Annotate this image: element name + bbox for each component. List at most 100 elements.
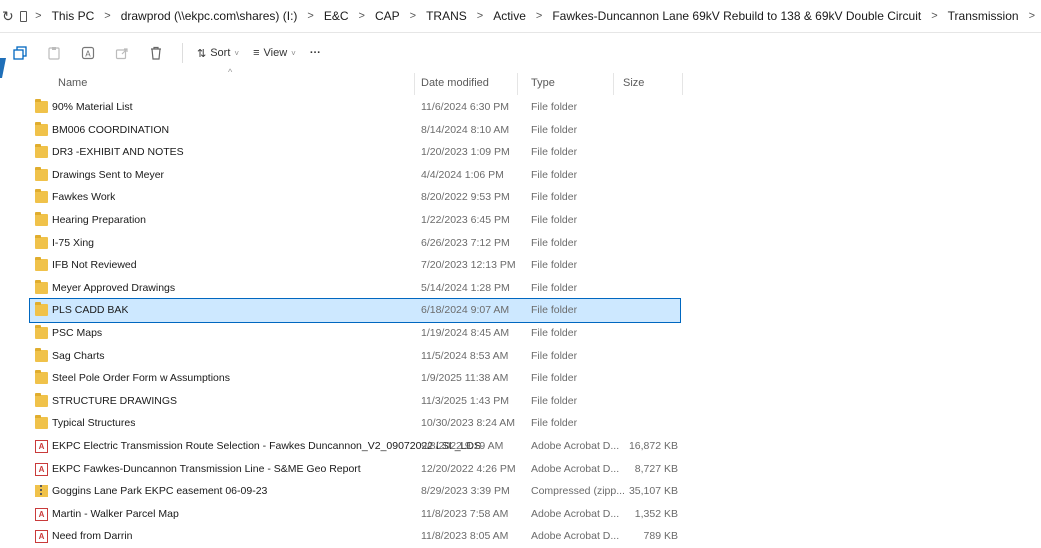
file-name: Need from Darrin: [52, 530, 133, 543]
breadcrumb-ec[interactable]: E&C: [320, 9, 353, 23]
column-resize-handle[interactable]: [517, 73, 518, 95]
file-type: Adobe Acrobat D...: [531, 440, 620, 452]
folder-row[interactable]: Steel Pole Order Form w Assumptions 1/9/2…: [0, 367, 1041, 390]
share-icon[interactable]: [112, 43, 132, 63]
folder-row[interactable]: BM006 COORDINATION 8/14/2024 8:10 AM File …: [0, 119, 1041, 142]
file-type: Compressed (zipp...: [531, 485, 625, 498]
folder-row[interactable]: I-75 Xing 6/26/2023 7:12 PM File folder: [0, 232, 1041, 255]
breadcrumb-separator[interactable]: >: [925, 10, 943, 22]
breadcrumb-this-pc[interactable]: This PC: [48, 9, 99, 23]
file-name: PLS CADD BAK: [52, 304, 129, 317]
column-header-date[interactable]: Date modified: [421, 77, 489, 89]
file-date: 4/4/2024 1:06 PM: [421, 168, 504, 181]
refresh-icon[interactable]: ↻: [2, 8, 14, 25]
file-row[interactable]: A EKPC Fawkes-Duncannon Transmission Line…: [0, 458, 1041, 481]
file-type: File folder: [531, 304, 578, 317]
folder-row[interactable]: IFB Not Reviewed 7/20/2023 12:13 PM File f…: [0, 254, 1041, 277]
file-name: Fawkes Work: [52, 191, 116, 204]
breadcrumb-separator[interactable]: >: [1023, 10, 1041, 22]
column-resize-handle[interactable]: [414, 73, 415, 95]
view-button[interactable]: ≡ View ˅: [253, 47, 296, 59]
file-name: Meyer Approved Drawings: [52, 281, 176, 294]
paste-icon[interactable]: [44, 43, 64, 63]
new-item-icon[interactable]: [10, 43, 30, 63]
column-header-type[interactable]: Type: [531, 77, 555, 89]
file-date: 1/19/2024 8:45 AM: [421, 327, 510, 339]
file-type: File folder: [531, 236, 578, 249]
file-date: 11/8/2023 8:05 AM: [421, 530, 509, 543]
breadcrumb-separator[interactable]: >: [404, 10, 422, 22]
folder-row[interactable]: Sag Charts 11/5/2024 8:53 AM File folder: [0, 345, 1041, 368]
file-type: File folder: [531, 327, 578, 339]
file-date: 10/30/2023 8:24 AM: [421, 417, 515, 430]
folder-row[interactable]: Hearing Preparation 1/22/2023 6:45 PM File…: [0, 209, 1041, 232]
breadcrumb-separator[interactable]: >: [530, 10, 548, 22]
folder-row[interactable]: Typical Structures 10/30/2023 8:24 AM File…: [0, 412, 1041, 435]
folder-row[interactable]: Drawings Sent to Meyer 4/4/2024 1:06 PM Fi…: [0, 164, 1041, 187]
file-row[interactable]: A EKPC Electric Transmission Route Select…: [0, 435, 1041, 458]
breadcrumb-separator[interactable]: >: [353, 10, 371, 22]
file-date: 1/20/2023 1:09 PM: [421, 146, 510, 159]
folder-icon: [35, 415, 48, 430]
column-resize-handle[interactable]: [613, 73, 614, 95]
breadcrumb-separator[interactable]: >: [471, 10, 489, 22]
file-name: EKPC Fawkes-Duncannon Transmission Line …: [52, 462, 361, 475]
folder-icon: [35, 325, 48, 339]
folder-icon: [35, 166, 48, 181]
folder-row[interactable]: DR3 -EXHIBIT AND NOTES 1/20/2023 1:09 PM F…: [0, 141, 1041, 164]
column-header-size[interactable]: Size: [623, 77, 644, 89]
folder-row[interactable]: PSC Maps 1/19/2024 8:45 AM File folder: [0, 322, 1041, 345]
file-date: 11/5/2024 8:53 AM: [421, 349, 509, 362]
file-date: 5/14/2024 1:28 PM: [421, 281, 510, 294]
column-resize-handle[interactable]: [682, 73, 683, 95]
folder-icon: [35, 121, 48, 136]
breadcrumb-separator[interactable]: >: [98, 10, 116, 22]
file-name: 90% Material List: [52, 101, 133, 113]
file-type: File folder: [531, 394, 578, 407]
column-header-name[interactable]: Name: [58, 77, 87, 89]
breadcrumb-separator: >: [35, 10, 42, 22]
breadcrumb-separator[interactable]: >: [301, 10, 319, 22]
file-type: File folder: [531, 259, 578, 272]
command-bar: A ⇅ Sort ˅ ≡ View ˅ ···: [0, 33, 1041, 73]
breadcrumb-project[interactable]: Fawkes-Duncannon Lane 69kV Rebuild to 13…: [548, 9, 925, 23]
file-row[interactable]: Goggins Lane Park EKPC easement 06-09-23…: [0, 480, 1041, 503]
file-name: IFB Not Reviewed: [52, 259, 137, 272]
file-date: 12/20/2022 4:26 PM: [421, 462, 516, 475]
file-type: File folder: [531, 168, 578, 181]
file-row[interactable]: A Need from Darrin 11/8/2023 8:05 AM Adobe …: [0, 525, 1041, 548]
file-type: Adobe Acrobat D...: [531, 462, 620, 475]
file-date: 1/9/2025 11:38 AM: [421, 372, 509, 385]
breadcrumb-drive[interactable]: drawprod (\\ekpc.com\shares) (I:): [117, 9, 302, 23]
chevron-down-icon: ˅: [291, 48, 296, 58]
folder-icon: [35, 234, 48, 249]
file-row[interactable]: A Martin - Walker Parcel Map 11/8/2023 7:5…: [0, 503, 1041, 526]
folder-icon: [35, 347, 48, 362]
breadcrumb-active[interactable]: Active: [489, 9, 530, 23]
folder-row[interactable]: STRUCTURE DRAWINGS 11/3/2025 1:43 PM File …: [0, 390, 1041, 413]
folder-icon: [35, 189, 48, 204]
file-name: Goggins Lane Park EKPC easement 06-09-23: [52, 485, 268, 498]
file-type: File folder: [531, 146, 578, 159]
file-date: 9/8/2022 9:19 AM: [421, 440, 504, 452]
file-date: 8/29/2023 3:39 PM: [421, 485, 510, 498]
file-name: Martin - Walker Parcel Map: [52, 507, 179, 520]
delete-icon[interactable]: [146, 43, 166, 63]
folder-row[interactable]: 90% Material List 11/6/2024 6:30 PM File f…: [0, 96, 1041, 119]
folder-icon: [35, 279, 48, 294]
folder-icon: [35, 302, 48, 317]
more-options-button[interactable]: ···: [310, 47, 321, 59]
breadcrumb-trans[interactable]: TRANS: [422, 9, 471, 23]
sort-button[interactable]: ⇅ Sort ˅: [197, 47, 239, 60]
folder-row[interactable]: PLS CADD BAK 6/18/2024 9:07 AM File folder: [29, 298, 681, 323]
address-bar[interactable]: ↻ > This PC > drawprod (\\ekpc.com\share…: [0, 0, 1041, 33]
pdf-icon: A: [35, 530, 48, 544]
rename-icon[interactable]: A: [78, 43, 98, 63]
folder-row[interactable]: Fawkes Work 8/20/2022 9:53 PM File folder: [0, 186, 1041, 209]
file-name: STRUCTURE DRAWINGS: [52, 394, 178, 407]
file-date: 6/26/2023 7:12 PM: [421, 236, 510, 249]
breadcrumb-transmission[interactable]: Transmission: [944, 9, 1023, 23]
folder-row[interactable]: Meyer Approved Drawings 5/14/2024 1:28 PM…: [0, 277, 1041, 300]
breadcrumb-cap[interactable]: CAP: [371, 9, 404, 23]
toolbar-divider: [182, 43, 183, 63]
